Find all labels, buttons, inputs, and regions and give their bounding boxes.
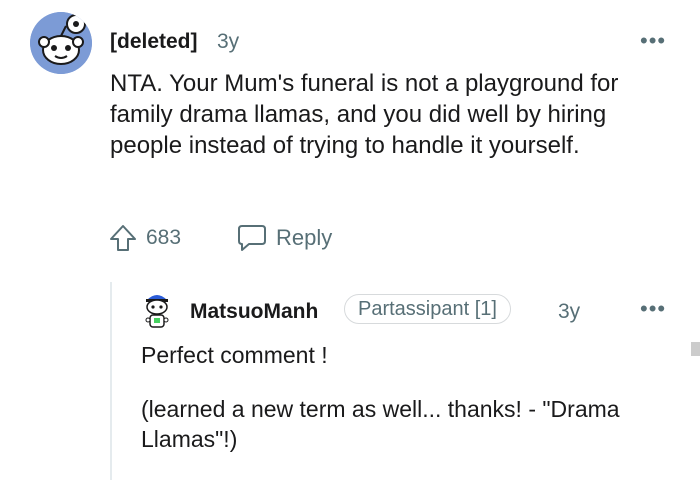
reply-body-line: Perfect comment ! (141, 342, 328, 368)
avatar[interactable] (30, 12, 92, 74)
reply-timestamp[interactable]: 3y (558, 300, 580, 324)
comment-timestamp[interactable]: 3y (217, 30, 239, 54)
upvote-arrow-icon[interactable] (108, 223, 138, 253)
reply-button[interactable]: Reply (236, 221, 346, 255)
snoo-avatar-icon (145, 295, 169, 328)
thread-line[interactable] (110, 282, 112, 480)
reply-label: Reply (276, 225, 333, 250)
reply-avatar[interactable] (141, 290, 173, 332)
more-options-icon[interactable]: ••• (640, 296, 666, 322)
user-flair: Partassipant [1] (344, 294, 511, 324)
more-options-icon[interactable]: ••• (640, 28, 666, 54)
upvote-button[interactable]: 683 (108, 221, 198, 255)
reply-body-line: (learned a new term as well... thanks! -… (141, 396, 620, 452)
snoo-avatar-icon (30, 12, 92, 74)
reply-author[interactable]: MatsuoManh (190, 300, 318, 324)
score-count: 683 (146, 226, 182, 249)
speech-bubble-icon (238, 225, 266, 251)
comment-author[interactable]: [deleted] (110, 30, 198, 54)
comment-body: NTA. Your Mum's funeral is not a playgro… (110, 70, 619, 159)
scrollbar-thumb[interactable] (691, 342, 700, 356)
